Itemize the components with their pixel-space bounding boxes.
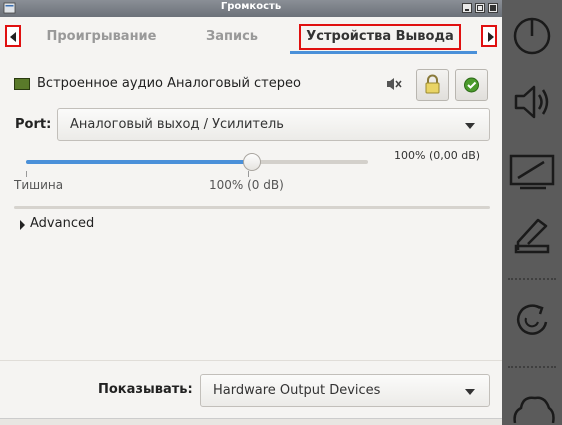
arrow-left-icon: [10, 32, 16, 42]
dock-item-display[interactable]: [502, 144, 562, 196]
active-tab-indicator: [290, 51, 477, 54]
device-filter-select[interactable]: Hardware Output Devices: [200, 374, 490, 407]
dock-item-cloud[interactable]: [502, 382, 562, 423]
dock-separator: [508, 278, 556, 280]
lock-icon: [425, 74, 440, 94]
speaker-icon: [514, 85, 549, 119]
device-filter-value: Hardware Output Devices: [213, 383, 381, 398]
cloud-icon: [513, 396, 555, 423]
window-title: Громкость: [220, 1, 282, 12]
tab-playback[interactable]: Проигрывание: [30, 24, 173, 50]
slider-tick-silence: [26, 171, 27, 177]
footer-bar: Показывать: Hardware Output Devices: [0, 360, 502, 425]
volume-slider-handle[interactable]: [243, 153, 261, 171]
sound-card-icon: [14, 78, 30, 90]
chevron-down-icon: [465, 123, 475, 129]
lock-channels-toggle[interactable]: [416, 69, 449, 101]
slider-tick-100: [248, 171, 249, 177]
port-label: Port:: [15, 117, 52, 132]
volume-control-window: Громкость Проигрывание Запись Устройства…: [0, 0, 502, 425]
reference-volume-label: 100% (0 dB): [209, 178, 284, 192]
tab-recording[interactable]: Запись: [186, 24, 278, 50]
minimize-button[interactable]: [462, 3, 472, 13]
port-select[interactable]: Аналоговый выход / Усилитель: [57, 108, 490, 141]
display-icon: [509, 154, 555, 190]
dock-item-refresh[interactable]: [502, 294, 562, 346]
close-button[interactable]: [488, 3, 498, 13]
tab-scroll-right-button[interactable]: [481, 25, 497, 47]
side-dock: [502, 0, 562, 423]
refresh-icon: [516, 304, 548, 335]
expander-arrow-icon[interactable]: [20, 220, 25, 230]
chevron-down-icon: [465, 389, 475, 395]
output-device-panel: Встроенное аудио Аналоговый стерео Port:…: [0, 56, 502, 360]
arrow-right-icon: [488, 32, 494, 42]
show-label: Показывать:: [98, 382, 193, 397]
window-bottom-edge: [0, 418, 502, 425]
device-name: Встроенное аудио Аналоговый стерео: [37, 76, 301, 91]
volume-readout: 100% (0,00 dB): [394, 149, 481, 162]
scanner-icon: [514, 218, 550, 254]
highlight-box: [299, 24, 461, 50]
dock-separator: [508, 366, 556, 368]
separator: [14, 206, 490, 209]
title-bar[interactable]: Громкость: [0, 0, 502, 17]
volume-slider-fill: [26, 160, 252, 164]
dock-item-sound[interactable]: [502, 76, 562, 128]
mute-speaker-icon[interactable]: [385, 76, 403, 92]
silence-label: Тишина: [14, 178, 64, 192]
set-default-toggle[interactable]: [455, 69, 488, 101]
port-select-value: Аналоговый выход / Усилитель: [70, 117, 284, 132]
tab-bar: Проигрывание Запись Устройства Вывода: [0, 17, 502, 56]
maximize-button[interactable]: [475, 3, 485, 13]
dock-item-scanner[interactable]: [502, 210, 562, 262]
power-icon: [513, 17, 551, 55]
dock-item-power[interactable]: [502, 8, 562, 60]
advanced-expander[interactable]: Advanced: [30, 216, 94, 231]
tab-scroll-left-button[interactable]: [5, 25, 21, 47]
volume-slider-track[interactable]: [26, 160, 368, 164]
checkmark-icon: [464, 77, 479, 93]
